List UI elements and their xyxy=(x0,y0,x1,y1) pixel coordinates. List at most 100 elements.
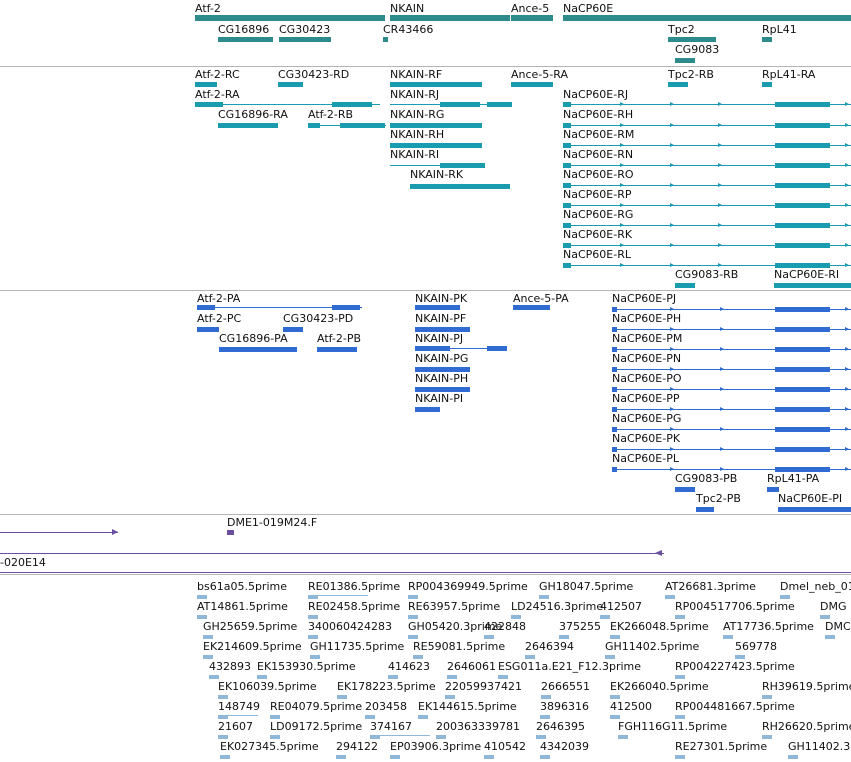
est-glyph-48[interactable] xyxy=(370,735,380,739)
proteins-label-atf-2-pa[interactable]: Atf-2-PA xyxy=(197,292,240,305)
est-glyph-8[interactable] xyxy=(408,615,418,619)
est-line-b[interactable] xyxy=(218,715,258,716)
est-glyph-15[interactable] xyxy=(408,635,418,639)
transcripts-label-nacp60e-rj[interactable]: NaCP60E-RJ xyxy=(563,88,628,101)
est-glyph-6[interactable] xyxy=(197,615,207,619)
gene-bar-nkain[interactable] xyxy=(390,15,510,21)
est-glyph-0[interactable] xyxy=(197,595,207,599)
protein-nacp60e-exons-2[interactable] xyxy=(775,347,830,352)
proteins-label-nacp60e-pk[interactable]: NaCP60E-PK xyxy=(612,432,680,445)
protein-nacp60e-start-1[interactable] xyxy=(612,327,617,332)
transcripts-label-nacp60e-rg[interactable]: NaCP60E-RG xyxy=(563,208,633,221)
est-glyph-54[interactable] xyxy=(336,755,346,759)
est-glyph-35[interactable] xyxy=(445,695,455,699)
ests-label-ld09172-5prime[interactable]: LD09172.5prime xyxy=(270,720,362,733)
protein-nkain-ph[interactable] xyxy=(415,387,470,392)
clone-line-2[interactable] xyxy=(0,553,664,554)
protein-nkain-pk[interactable] xyxy=(415,305,460,310)
transcripts-label-nacp60e-ri[interactable]: NaCP60E-RI xyxy=(774,268,839,281)
transcript-nkain-rg[interactable] xyxy=(390,123,482,128)
ests-label-422848[interactable]: 422848 xyxy=(484,620,526,633)
transcripts-label-nacp60e-rm[interactable]: NaCP60E-RM xyxy=(563,128,634,141)
transcript-rpl41-ra[interactable] xyxy=(762,82,772,87)
genes-label-cg16896[interactable]: CG16896 xyxy=(218,23,269,36)
proteins-label-nkain-pj[interactable]: NKAIN-PJ xyxy=(415,332,463,345)
est-glyph-33[interactable] xyxy=(218,695,228,699)
transcript-nkain-ri-exon[interactable] xyxy=(440,163,485,168)
protein-atf-2-pb[interactable] xyxy=(317,347,357,352)
ests-label-re27301-5prime[interactable]: RE27301.5prime xyxy=(675,740,767,753)
protein-nacp60e-start-3[interactable] xyxy=(612,367,617,372)
gene-bar-cg9083[interactable] xyxy=(675,58,695,63)
gene-bar-cg30423[interactable] xyxy=(279,37,331,42)
ests-label-at14861-5prime[interactable]: AT14861.5prime xyxy=(197,600,288,613)
ests-label-esg011a-e21-f12-3prime[interactable]: ESG011a.E21_F12.3prime xyxy=(498,660,641,673)
transcripts-label-cg16896-ra[interactable]: CG16896-RA xyxy=(218,108,288,121)
est-glyph-53[interactable] xyxy=(220,755,230,759)
protein-cg9083-pb[interactable] xyxy=(675,487,695,492)
transcripts-label-nacp60e-rl[interactable]: NaCP60E-RL xyxy=(563,248,631,261)
proteins-label-nacp60e-pn[interactable]: NaCP60E-PN xyxy=(612,352,681,365)
transcript-tpc2-rb[interactable] xyxy=(668,82,688,87)
genes-label-atf-2[interactable]: Atf-2 xyxy=(195,2,221,15)
proteins-label-ance-5-pa[interactable]: Ance-5-PA xyxy=(513,292,569,305)
transcript-nacp60e-exons-2[interactable] xyxy=(775,143,830,148)
ests-label-21607[interactable]: 21607 xyxy=(218,720,253,733)
ests-label-ek178223-5prime[interactable]: EK178223.5prime xyxy=(337,680,436,693)
gene-bar-rpl41[interactable] xyxy=(762,37,772,42)
est-glyph-45[interactable] xyxy=(675,715,685,719)
protein-nacp60e-exons-3[interactable] xyxy=(775,367,830,372)
ests-label-bs61a05-5prime[interactable]: bs61a05.5prime xyxy=(197,580,287,593)
est-glyph-28[interactable] xyxy=(257,675,267,679)
ests-label-148749[interactable]: 148749 xyxy=(218,700,260,713)
est-glyph-11[interactable] xyxy=(675,615,685,619)
transcripts-label-tpc2-rb[interactable]: Tpc2-RB xyxy=(668,68,714,81)
est-glyph-12[interactable] xyxy=(820,615,830,619)
genes-label-nacp60e[interactable]: NaCP60E xyxy=(563,2,613,15)
transcript-atf-2-rb-exon2[interactable] xyxy=(340,123,385,128)
protein-nacp60e-start-7[interactable] xyxy=(612,447,617,452)
ests-label-432893[interactable]: 432893 xyxy=(209,660,251,673)
protein-atf-2-pa-exon2[interactable] xyxy=(332,305,360,310)
est-glyph-34[interactable] xyxy=(337,695,347,699)
protein-nacp60e-start-0[interactable] xyxy=(612,307,617,312)
est-glyph-29[interactable] xyxy=(388,675,398,679)
ests-label-rh39619-5prime[interactable]: RH39619.5prime xyxy=(762,680,851,693)
transcripts-label-atf-2-rb[interactable]: Atf-2-RB xyxy=(308,108,353,121)
est-glyph-3[interactable] xyxy=(539,595,549,599)
proteins-label-nkain-pf[interactable]: NKAIN-PF xyxy=(415,312,466,325)
ests-label-ek144615-5prime[interactable]: EK144615.5prime xyxy=(418,700,517,713)
gene-bar-nacp60e[interactable] xyxy=(563,15,851,21)
transcript-nacp60e-exons-8[interactable] xyxy=(775,263,830,268)
protein-nacp60e-start-5[interactable] xyxy=(612,407,617,412)
transcripts-label-nkain-rf[interactable]: NKAIN-RF xyxy=(390,68,442,81)
clone-line-1[interactable] xyxy=(0,532,118,533)
gene-bar-cr43466[interactable] xyxy=(383,37,388,42)
transcript-nacp60e-start-4[interactable] xyxy=(563,183,571,188)
est-glyph-4[interactable] xyxy=(665,595,675,599)
protein-cg16896-pa[interactable] xyxy=(219,347,297,352)
est-glyph-17[interactable] xyxy=(559,635,569,639)
protein-nkain-pg[interactable] xyxy=(415,367,470,372)
transcript-nkain-rh[interactable] xyxy=(390,143,482,148)
transcript-nacp60e-exons-7[interactable] xyxy=(775,243,830,248)
ests-label-2646394[interactable]: 2646394 xyxy=(525,640,574,653)
protein-rpl41-pa[interactable] xyxy=(767,487,779,492)
transcripts-label-nkain-rh[interactable]: NKAIN-RH xyxy=(390,128,444,141)
proteins-label-cg9083-pb[interactable]: CG9083-PB xyxy=(675,472,737,485)
est-glyph-57[interactable] xyxy=(540,755,550,759)
ests-label-414623[interactable]: 414623 xyxy=(388,660,430,673)
ests-label-ek027345-5prime[interactable]: EK027345.5prime xyxy=(220,740,319,753)
ests-label-ek153930-5prime[interactable]: EK153930.5prime xyxy=(257,660,356,673)
est-glyph-13[interactable] xyxy=(203,635,213,639)
proteins-label-cg30423-pd[interactable]: CG30423-PD xyxy=(283,312,353,325)
protein-nkain-pj-exon2[interactable] xyxy=(487,346,507,351)
ests-label-dmc[interactable]: DMC xyxy=(825,620,851,633)
ests-label-rp004227423-5prime[interactable]: RP004227423.5prime xyxy=(675,660,795,673)
est-glyph-50[interactable] xyxy=(536,735,546,739)
est-glyph-41[interactable] xyxy=(365,715,375,719)
protein-nacp60e-exons-7[interactable] xyxy=(775,447,830,452)
ests-label-dmg[interactable]: DMG xyxy=(820,600,847,613)
protein-tpc2-pb[interactable] xyxy=(696,507,714,512)
genes-label-cr43466[interactable]: CR43466 xyxy=(383,23,433,36)
